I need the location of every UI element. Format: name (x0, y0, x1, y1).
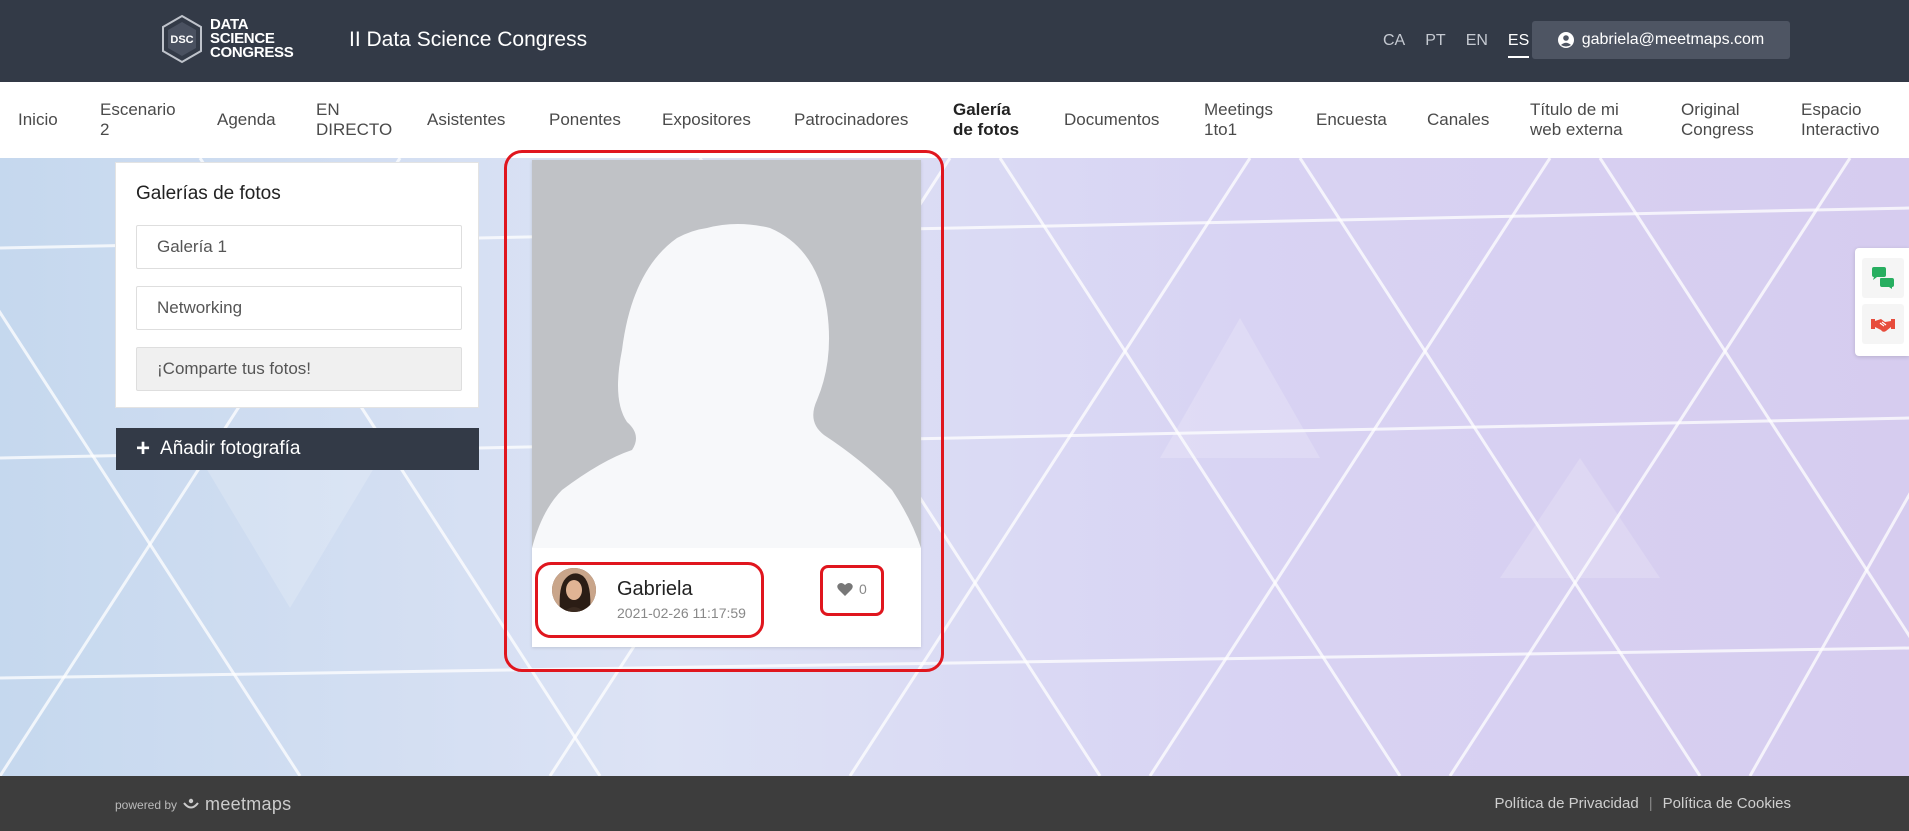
plus-icon: + (136, 435, 151, 462)
privacy-policy-link[interactable]: Política de Privacidad (1494, 795, 1638, 812)
author-highlight (535, 562, 764, 638)
powered-by-label: powered by (115, 797, 178, 812)
add-photo-label: Añadir fotografía (160, 438, 301, 459)
nav-escenario-2[interactable]: Escenario 2 (100, 82, 182, 158)
gallery-item-comparte[interactable]: ¡Comparte tus fotos! (136, 347, 462, 391)
nav-espacio-interactivo[interactable]: Espacio Interactivo (1801, 82, 1897, 158)
nav-original-congress[interactable]: Original Congress (1681, 82, 1763, 158)
nav-canales[interactable]: Canales (1427, 82, 1497, 158)
logo-hexagon-icon: DSC (162, 14, 202, 64)
logo-text: DATA SCIENCE CONGRESS (210, 16, 294, 61)
photo-galleries-panel: Galerías de fotos Galería 1 Networking ¡… (115, 162, 479, 408)
lang-en[interactable]: EN (1466, 32, 1488, 58)
nav-encuesta[interactable]: Encuesta (1316, 82, 1396, 158)
meetmaps-brand: meetmaps (205, 794, 292, 814)
meeting-button[interactable] (1862, 304, 1904, 344)
powered-by[interactable]: powered by meetmaps (115, 794, 291, 815)
floating-actions (1855, 248, 1909, 356)
logo-badge: DSC (170, 34, 193, 46)
add-photo-button[interactable]: + Añadir fotografía (116, 428, 479, 470)
user-circle-icon (1557, 32, 1574, 48)
lang-es[interactable]: ES (1507, 32, 1530, 58)
like-highlight (820, 565, 884, 616)
nav-meetings-1to1[interactable]: Meetings 1to1 (1204, 82, 1286, 158)
nav-en-directo[interactable]: EN DIRECTO (316, 82, 392, 158)
meetmaps-logo-icon (183, 798, 199, 808)
user-email: gabriela@meetmaps.com (1581, 31, 1765, 48)
handshake-icon (1871, 319, 1895, 332)
footer-links: Política de Privacidad | Política de Coo… (1494, 795, 1791, 812)
event-title: II Data Science Congress (349, 28, 588, 51)
nav-galeria-de-fotos[interactable]: Galería de fotos (953, 82, 1029, 158)
lang-pt[interactable]: PT (1425, 32, 1445, 58)
nav-expositores[interactable]: Expositores (662, 82, 762, 158)
page-footer: powered by meetmaps Política de Privacid… (0, 776, 1909, 831)
nav-asistentes[interactable]: Asistentes (427, 82, 517, 158)
nav-patrocinadores[interactable]: Patrocinadores (794, 82, 920, 158)
nav-documentos[interactable]: Documentos (1064, 82, 1168, 158)
language-selector: CA PT EN ES (1383, 32, 1530, 58)
user-account-button[interactable]: gabriela@meetmaps.com (1532, 21, 1790, 59)
footer-separator: | (1648, 795, 1653, 812)
nav-inicio[interactable]: Inicio (18, 82, 80, 158)
nav-agenda[interactable]: Agenda (217, 82, 287, 158)
cookie-policy-link[interactable]: Política de Cookies (1663, 795, 1791, 812)
lang-ca[interactable]: CA (1383, 32, 1405, 58)
nav-titulo-web-externa[interactable]: Título de mi web externa (1530, 82, 1638, 158)
nav-ponentes[interactable]: Ponentes (549, 82, 629, 158)
gallery-item-networking[interactable]: Networking (136, 286, 462, 330)
chat-button[interactable] (1862, 258, 1904, 298)
congress-logo[interactable]: DSC DATA SCIENCE CONGRESS (160, 14, 294, 64)
main-navigation: Inicio Escenario 2 Agenda EN DIRECTO Asi… (0, 82, 1909, 158)
top-header: DSC DATA SCIENCE CONGRESS II Data Scienc… (0, 0, 1909, 82)
gallery-item-galeria-1[interactable]: Galería 1 (136, 225, 462, 269)
galleries-title: Galerías de fotos (136, 183, 281, 204)
chat-bubbles-icon (1872, 267, 1894, 289)
